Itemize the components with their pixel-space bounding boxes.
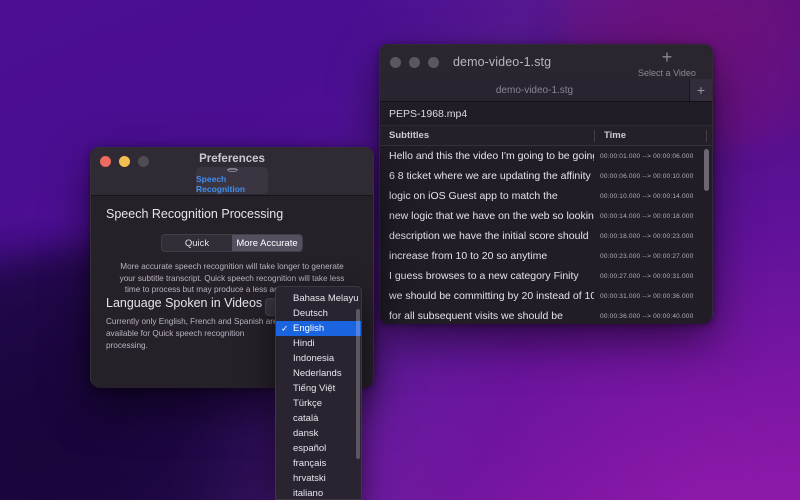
subtitle-text: 6 8 ticket where we are updating the aff…: [389, 170, 591, 182]
table-scrollbar[interactable]: [704, 149, 709, 191]
table-row[interactable]: for all subsequent visits we should be 00…: [380, 306, 712, 324]
menu-item-language[interactable]: Hindi: [276, 336, 361, 351]
menu-item-language[interactable]: Bahasa Melayu: [276, 291, 361, 306]
menu-item-label: dansk: [293, 428, 319, 439]
checkmark-icon: ✓: [281, 323, 289, 333]
menu-item-label: español: [293, 443, 327, 454]
subtitle-rows: Hello and this the video I'm going to be…: [380, 146, 712, 324]
menu-item-label: Deutsch: [293, 308, 328, 319]
menu-item-label: Bahasa Melayu: [293, 293, 359, 304]
tab-demo-video-1[interactable]: demo-video-1.stg: [380, 79, 690, 101]
subtitle-text: we should be committing by 20 instead of…: [389, 290, 594, 302]
subtitle-text: increase from 10 to 20 so anytime: [389, 250, 548, 262]
plus-icon: +: [661, 47, 673, 67]
language-menu-items: Bahasa Melayu Deutsch ✓ English Hindi Indones…: [276, 291, 361, 499]
subtitle-text: for all subsequent visits we should be: [389, 310, 563, 322]
table-row[interactable]: 6 8 ticket where we are updating the aff…: [380, 166, 712, 186]
menu-item-label: Türkçe: [293, 398, 323, 409]
app-tab-bar[interactable]: demo-video-1.stg +: [380, 79, 712, 102]
subtitle-timecode: 00:00:01.000 --> 00:00:06.000: [600, 152, 694, 160]
subtitle-timecode: 00:00:06.000 --> 00:00:10.000: [600, 172, 694, 180]
subtitle-timecode: 00:00:10.000 --> 00:00:14.000: [600, 192, 694, 200]
app-window-title: demo-video-1.stg: [453, 55, 552, 69]
toolbar-item-speech-recognition[interactable]: Speech Recognition: [196, 167, 268, 194]
column-header-subtitles[interactable]: Subtitles: [380, 130, 594, 141]
processing-heading: Speech Recognition Processing: [106, 207, 284, 221]
preferences-titlebar[interactable]: Preferences Speech Recognition: [91, 148, 373, 196]
select-video-label: Select a Video: [638, 68, 696, 78]
menu-item-language[interactable]: italiano: [276, 486, 361, 499]
menu-scrollbar[interactable]: [355, 309, 360, 459]
app-titlebar[interactable]: demo-video-1.stg + Select a Video: [380, 45, 712, 79]
language-dropdown-menu[interactable]: Bahasa Melayu Deutsch ✓ English Hindi Indones…: [275, 286, 362, 500]
table-row[interactable]: new logic that we have on the web so loo…: [380, 206, 712, 226]
menu-item-label: Hindi: [293, 338, 315, 349]
table-row[interactable]: Hello and this the video I'm going to be…: [380, 146, 712, 166]
menu-item-label: Tiếng Việt: [293, 383, 336, 394]
menu-item-label: italiano: [293, 488, 324, 499]
menu-item-language[interactable]: Deutsch: [276, 306, 361, 321]
select-video-button[interactable]: + Select a Video: [630, 47, 704, 78]
menu-item-language[interactable]: Tiếng Việt: [276, 381, 361, 396]
subtitle-text: I guess browses to a new category Finity: [389, 270, 579, 282]
column-divider-end[interactable]: [706, 129, 707, 142]
menu-item-label: English: [293, 323, 325, 334]
zoom-button-icon[interactable]: [428, 56, 439, 68]
subtitle-timecode: 00:00:18.000 --> 00:00:23.000: [600, 232, 694, 240]
menu-item-label: hrvatski: [293, 473, 326, 484]
menu-item-language[interactable]: hrvatski: [276, 471, 361, 486]
subtitle-table-header: Subtitles Time: [380, 126, 712, 146]
menu-item-language[interactable]: Nederlands: [276, 366, 361, 381]
subtitle-text: Hello and this the video I'm going to be…: [389, 150, 594, 162]
subtitle-table-body[interactable]: Hello and this the video I'm going to be…: [380, 146, 712, 324]
subtitle-text: description we have the initial score sh…: [389, 230, 589, 242]
subtitle-timecode: 00:00:31.000 --> 00:00:36.000: [600, 292, 694, 300]
table-row[interactable]: description we have the initial score sh…: [380, 226, 712, 246]
language-help-text: Currently only English, French and Spani…: [106, 317, 278, 350]
close-button-icon[interactable]: [390, 56, 401, 68]
menu-item-language[interactable]: español: [276, 441, 361, 456]
table-row[interactable]: increase from 10 to 20 so anytime 00:00:2…: [380, 246, 712, 266]
subtitle-app-window[interactable]: demo-video-1.stg + Select a Video demo-v…: [379, 44, 713, 324]
subtitle-timecode: 00:00:27.000 --> 00:00:31.000: [600, 272, 694, 280]
minimize-button-icon[interactable]: [409, 56, 420, 68]
table-row[interactable]: we should be committing by 20 instead of…: [380, 286, 712, 306]
mouth-icon: [226, 167, 238, 173]
menu-item-language[interactable]: ✓ English: [276, 321, 361, 336]
menu-item-language[interactable]: dansk: [276, 426, 361, 441]
menu-item-label: Indonesia: [293, 353, 335, 364]
processing-segmented-control[interactable]: Quick More Accurate: [161, 234, 303, 252]
menu-item-language[interactable]: Indonesia: [276, 351, 361, 366]
current-file-row[interactable]: PEPS-1968.mp4: [380, 102, 712, 126]
table-row[interactable]: I guess browses to a new category Finity…: [380, 266, 712, 286]
add-tab-button[interactable]: +: [690, 79, 712, 101]
subtitle-timecode: 00:00:14.000 --> 00:00:18.000: [600, 212, 694, 220]
current-file-name: PEPS-1968.mp4: [389, 107, 468, 120]
subtitle-text: new logic that we have on the web so loo…: [389, 210, 594, 222]
menu-item-language[interactable]: Türkçe: [276, 396, 361, 411]
preferences-title: Preferences: [199, 153, 265, 165]
segment-quick[interactable]: Quick: [162, 235, 232, 251]
segment-more-accurate[interactable]: More Accurate: [232, 235, 302, 251]
menu-item-language[interactable]: català: [276, 411, 361, 426]
subtitle-timecode: 00:00:23.000 --> 00:00:27.000: [600, 252, 694, 260]
subtitle-text: logic on iOS Guest app to match the: [389, 190, 558, 202]
menu-item-label: français: [293, 458, 327, 469]
desktop-wallpaper: demo-video-1.stg + Select a Video demo-v…: [0, 0, 800, 500]
column-header-time[interactable]: Time: [595, 130, 706, 141]
app-traffic-lights[interactable]: [390, 56, 439, 68]
menu-item-label: català: [293, 413, 319, 424]
toolbar-item-label: Speech Recognition: [196, 174, 246, 194]
menu-item-label: Nederlands: [293, 368, 342, 379]
table-row[interactable]: logic on iOS Guest app to match the 00:00…: [380, 186, 712, 206]
subtitle-timecode: 00:00:36.000 --> 00:00:40.000: [600, 312, 694, 320]
menu-item-language[interactable]: français: [276, 456, 361, 471]
